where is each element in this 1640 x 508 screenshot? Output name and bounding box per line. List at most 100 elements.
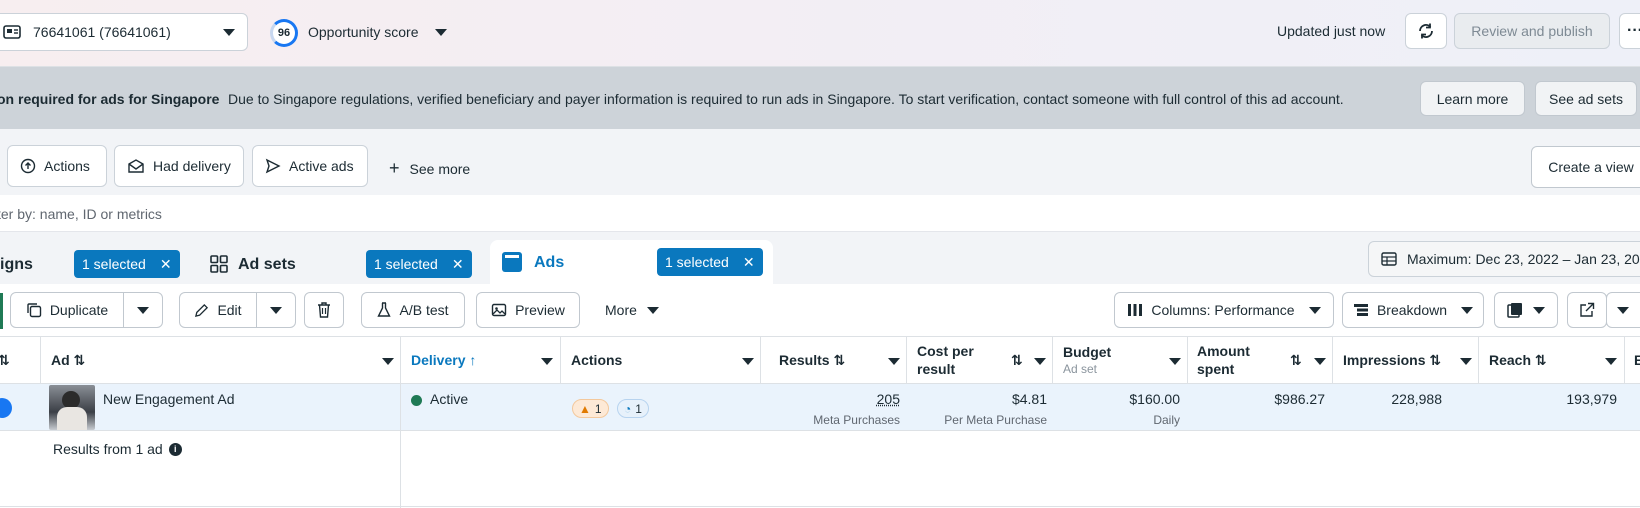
chevron-down-icon[interactable] xyxy=(1314,358,1326,365)
ads-icon xyxy=(502,252,522,272)
see-more-filters[interactable]: + See more xyxy=(389,158,470,179)
edit-dropdown-button[interactable] xyxy=(256,292,296,328)
ab-test-label: A/B test xyxy=(399,302,448,318)
chevron-down-icon[interactable] xyxy=(1034,358,1046,365)
tab-ad-sets[interactable]: Ad sets 1 selected ✕ xyxy=(199,241,477,284)
ads-selected-badge[interactable]: 1 selected ✕ xyxy=(657,248,763,276)
column-header-next[interactable]: E xyxy=(1634,352,1640,368)
date-range-picker[interactable]: Maximum: Dec 23, 2022 – Jan 23, 20 xyxy=(1368,241,1640,277)
breakdown-button[interactable]: Breakdown xyxy=(1342,292,1484,328)
column-header-ad[interactable]: Ad ⇅ xyxy=(51,352,85,369)
recommendations-badge[interactable]: ◔ 1 xyxy=(617,399,649,418)
column-header-actions[interactable]: Actions xyxy=(571,352,622,368)
opportunity-score-label[interactable]: Opportunity score xyxy=(308,24,419,40)
chevron-down-icon xyxy=(1461,307,1473,314)
warnings-badge[interactable]: ▲ 1 xyxy=(572,399,609,418)
refresh-button[interactable] xyxy=(1405,13,1447,49)
column-header-delivery[interactable]: Delivery ↑ xyxy=(411,352,476,368)
active-ads-chip[interactable]: Active ads xyxy=(252,145,368,187)
column-header-cost-per-result-line2[interactable]: result xyxy=(917,361,955,377)
trash-icon xyxy=(317,302,331,318)
column-divider xyxy=(760,337,761,384)
banner-text: Due to Singapore regulations, verified b… xyxy=(228,91,1344,107)
duplicate-button[interactable]: Duplicate xyxy=(10,292,124,328)
column-header-impressions[interactable]: Impressions ⇅ xyxy=(1343,352,1441,369)
budget-value[interactable]: $160.00 xyxy=(1129,391,1180,407)
active-ads-chip-label: Active ads xyxy=(289,158,354,174)
thumbnail-shoulders xyxy=(57,407,87,430)
column-header-reach[interactable]: Reach ⇅ xyxy=(1489,352,1547,369)
close-icon[interactable]: ✕ xyxy=(452,256,464,273)
account-selector[interactable]: 76641061 (76641061) xyxy=(0,13,248,51)
ad-sets-selected-text: 1 selected xyxy=(374,256,438,272)
chevron-down-icon xyxy=(647,307,659,314)
results-value[interactable]: 205 xyxy=(877,391,900,407)
column-header-results[interactable]: Results ⇅ xyxy=(779,352,845,369)
chevron-down-icon[interactable] xyxy=(382,358,394,365)
refresh-icon xyxy=(1417,22,1435,40)
chevron-down-icon[interactable] xyxy=(541,358,553,365)
close-icon[interactable]: ✕ xyxy=(743,254,755,271)
learn-more-button[interactable]: Learn more xyxy=(1420,81,1525,116)
tab-ads[interactable]: Ads 1 selected ✕ xyxy=(490,240,773,284)
columns-label: Columns: Performance xyxy=(1151,302,1294,318)
delete-button[interactable] xyxy=(304,292,344,328)
breakdown-icon xyxy=(1353,303,1369,317)
create-button-edge[interactable] xyxy=(0,293,3,329)
see-ad-sets-button[interactable]: See ad sets xyxy=(1535,81,1637,116)
campaigns-selected-badge[interactable]: 1 selected ✕ xyxy=(74,250,180,278)
chevron-down-icon xyxy=(1533,307,1545,314)
sort-icon[interactable]: ⇅ xyxy=(1290,352,1302,369)
more-options-button[interactable]: ··· xyxy=(1619,13,1640,49)
chevron-down-icon xyxy=(1309,307,1321,314)
review-and-publish-button[interactable]: Review and publish xyxy=(1454,13,1610,49)
create-view-button[interactable]: Create a view xyxy=(1531,146,1640,188)
more-button[interactable]: More xyxy=(605,302,659,318)
opportunity-score-badge[interactable]: 96 xyxy=(270,19,298,47)
ads-selected-text: 1 selected xyxy=(665,254,729,270)
campaigns-selected-text: 1 selected xyxy=(82,256,146,272)
chevron-down-icon[interactable] xyxy=(1169,358,1181,365)
preview-button[interactable]: Preview xyxy=(476,292,580,328)
chevron-down-icon[interactable] xyxy=(435,29,447,36)
cost-per-result-value: $4.81 xyxy=(1012,391,1047,407)
filter-search-input[interactable]: ter by: name, ID or metrics xyxy=(0,206,162,222)
chevron-down-icon[interactable] xyxy=(1605,358,1617,365)
close-icon[interactable]: ✕ xyxy=(160,256,172,273)
had-delivery-chip[interactable]: Had delivery xyxy=(114,145,244,187)
flask-icon xyxy=(377,302,391,318)
tab-campaigns-label: igns xyxy=(0,256,33,274)
chevron-down-icon[interactable] xyxy=(888,358,900,365)
column-header-budget[interactable]: Budget xyxy=(1063,344,1111,360)
ad-sets-selected-badge[interactable]: 1 selected ✕ xyxy=(366,250,472,278)
duplicate-icon xyxy=(26,302,42,318)
sort-icon[interactable]: ⇅ xyxy=(0,352,10,369)
ad-thumbnail xyxy=(49,385,95,430)
sort-icon[interactable]: ⇅ xyxy=(1011,352,1023,369)
gauge-icon: ◔ xyxy=(624,402,631,416)
info-icon[interactable]: i xyxy=(169,443,182,456)
actions-icon xyxy=(20,158,36,174)
tab-campaigns[interactable]: igns 1 selected ✕ xyxy=(0,241,186,284)
had-delivery-chip-label: Had delivery xyxy=(153,158,231,174)
column-header-results-label: Results xyxy=(779,352,830,368)
chevron-down-icon[interactable] xyxy=(1460,358,1472,365)
ab-test-button[interactable]: A/B test xyxy=(361,292,465,328)
column-divider xyxy=(1187,337,1188,384)
edit-button[interactable]: Edit xyxy=(179,292,257,328)
column-header-amount-spent-line2[interactable]: spent xyxy=(1197,361,1234,377)
chevron-down-icon[interactable] xyxy=(742,358,754,365)
column-header-amount-spent[interactable]: Amount xyxy=(1197,343,1250,359)
pencil-icon xyxy=(194,303,209,318)
chevron-down-icon xyxy=(270,307,282,314)
columns-button[interactable]: Columns: Performance xyxy=(1114,292,1334,328)
column-header-cost-per-result[interactable]: Cost per xyxy=(917,343,974,359)
duplicate-dropdown-button[interactable] xyxy=(123,292,163,328)
export-dropdown-button[interactable] xyxy=(1606,292,1640,328)
ad-name-link[interactable]: New Engagement Ad xyxy=(103,391,235,407)
column-header-delivery-label: Delivery xyxy=(411,352,465,368)
column-divider-fixed xyxy=(400,336,401,508)
export-button[interactable] xyxy=(1567,292,1607,328)
reports-button[interactable] xyxy=(1494,292,1558,328)
actions-chip[interactable]: Actions xyxy=(7,145,107,187)
